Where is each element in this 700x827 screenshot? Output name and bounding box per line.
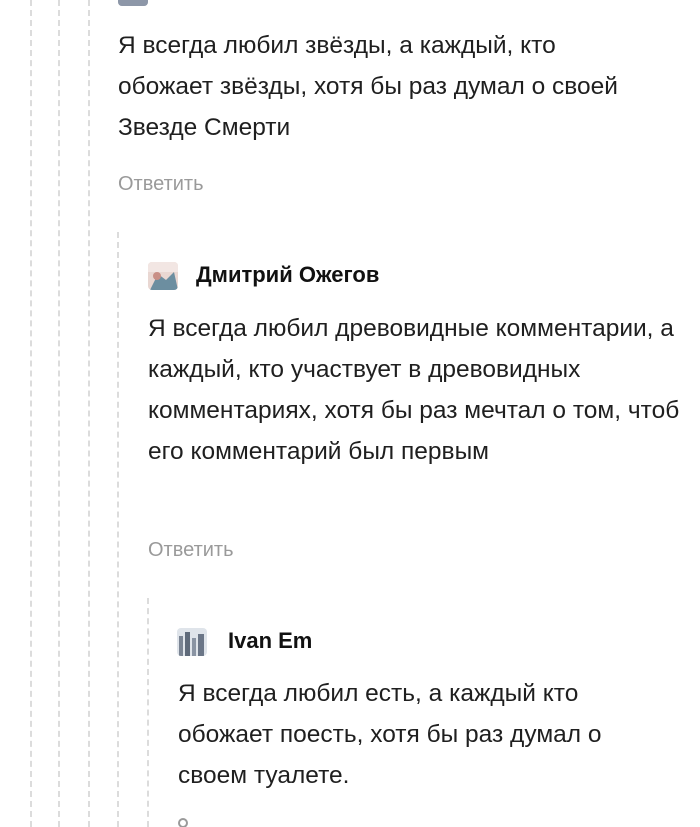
thread-line-5 [147, 598, 149, 827]
comment-text: Я всегда любил звёзды, а каждый, кто обо… [118, 32, 618, 141]
thread-line-3 [88, 0, 90, 827]
comment-text: Я всегда любил есть, а каждый кто обожае… [178, 680, 602, 789]
thread-line-4 [117, 232, 119, 827]
reply-button[interactable]: Ответить [148, 538, 234, 562]
comment-author[interactable]: Дмитрий Ожегов [196, 262, 379, 288]
reply-button[interactable] [178, 818, 188, 827]
avatar[interactable] [118, 0, 148, 6]
comment-text: Я всегда любил древовидные комментарии, … [148, 315, 680, 465]
comment-author[interactable]: Ivan Em [228, 628, 312, 654]
avatar[interactable] [148, 262, 178, 290]
thread-line-2 [58, 0, 60, 827]
thread-line-1 [30, 0, 32, 827]
reply-button[interactable]: Ответить [118, 172, 204, 196]
avatar[interactable] [177, 628, 207, 656]
